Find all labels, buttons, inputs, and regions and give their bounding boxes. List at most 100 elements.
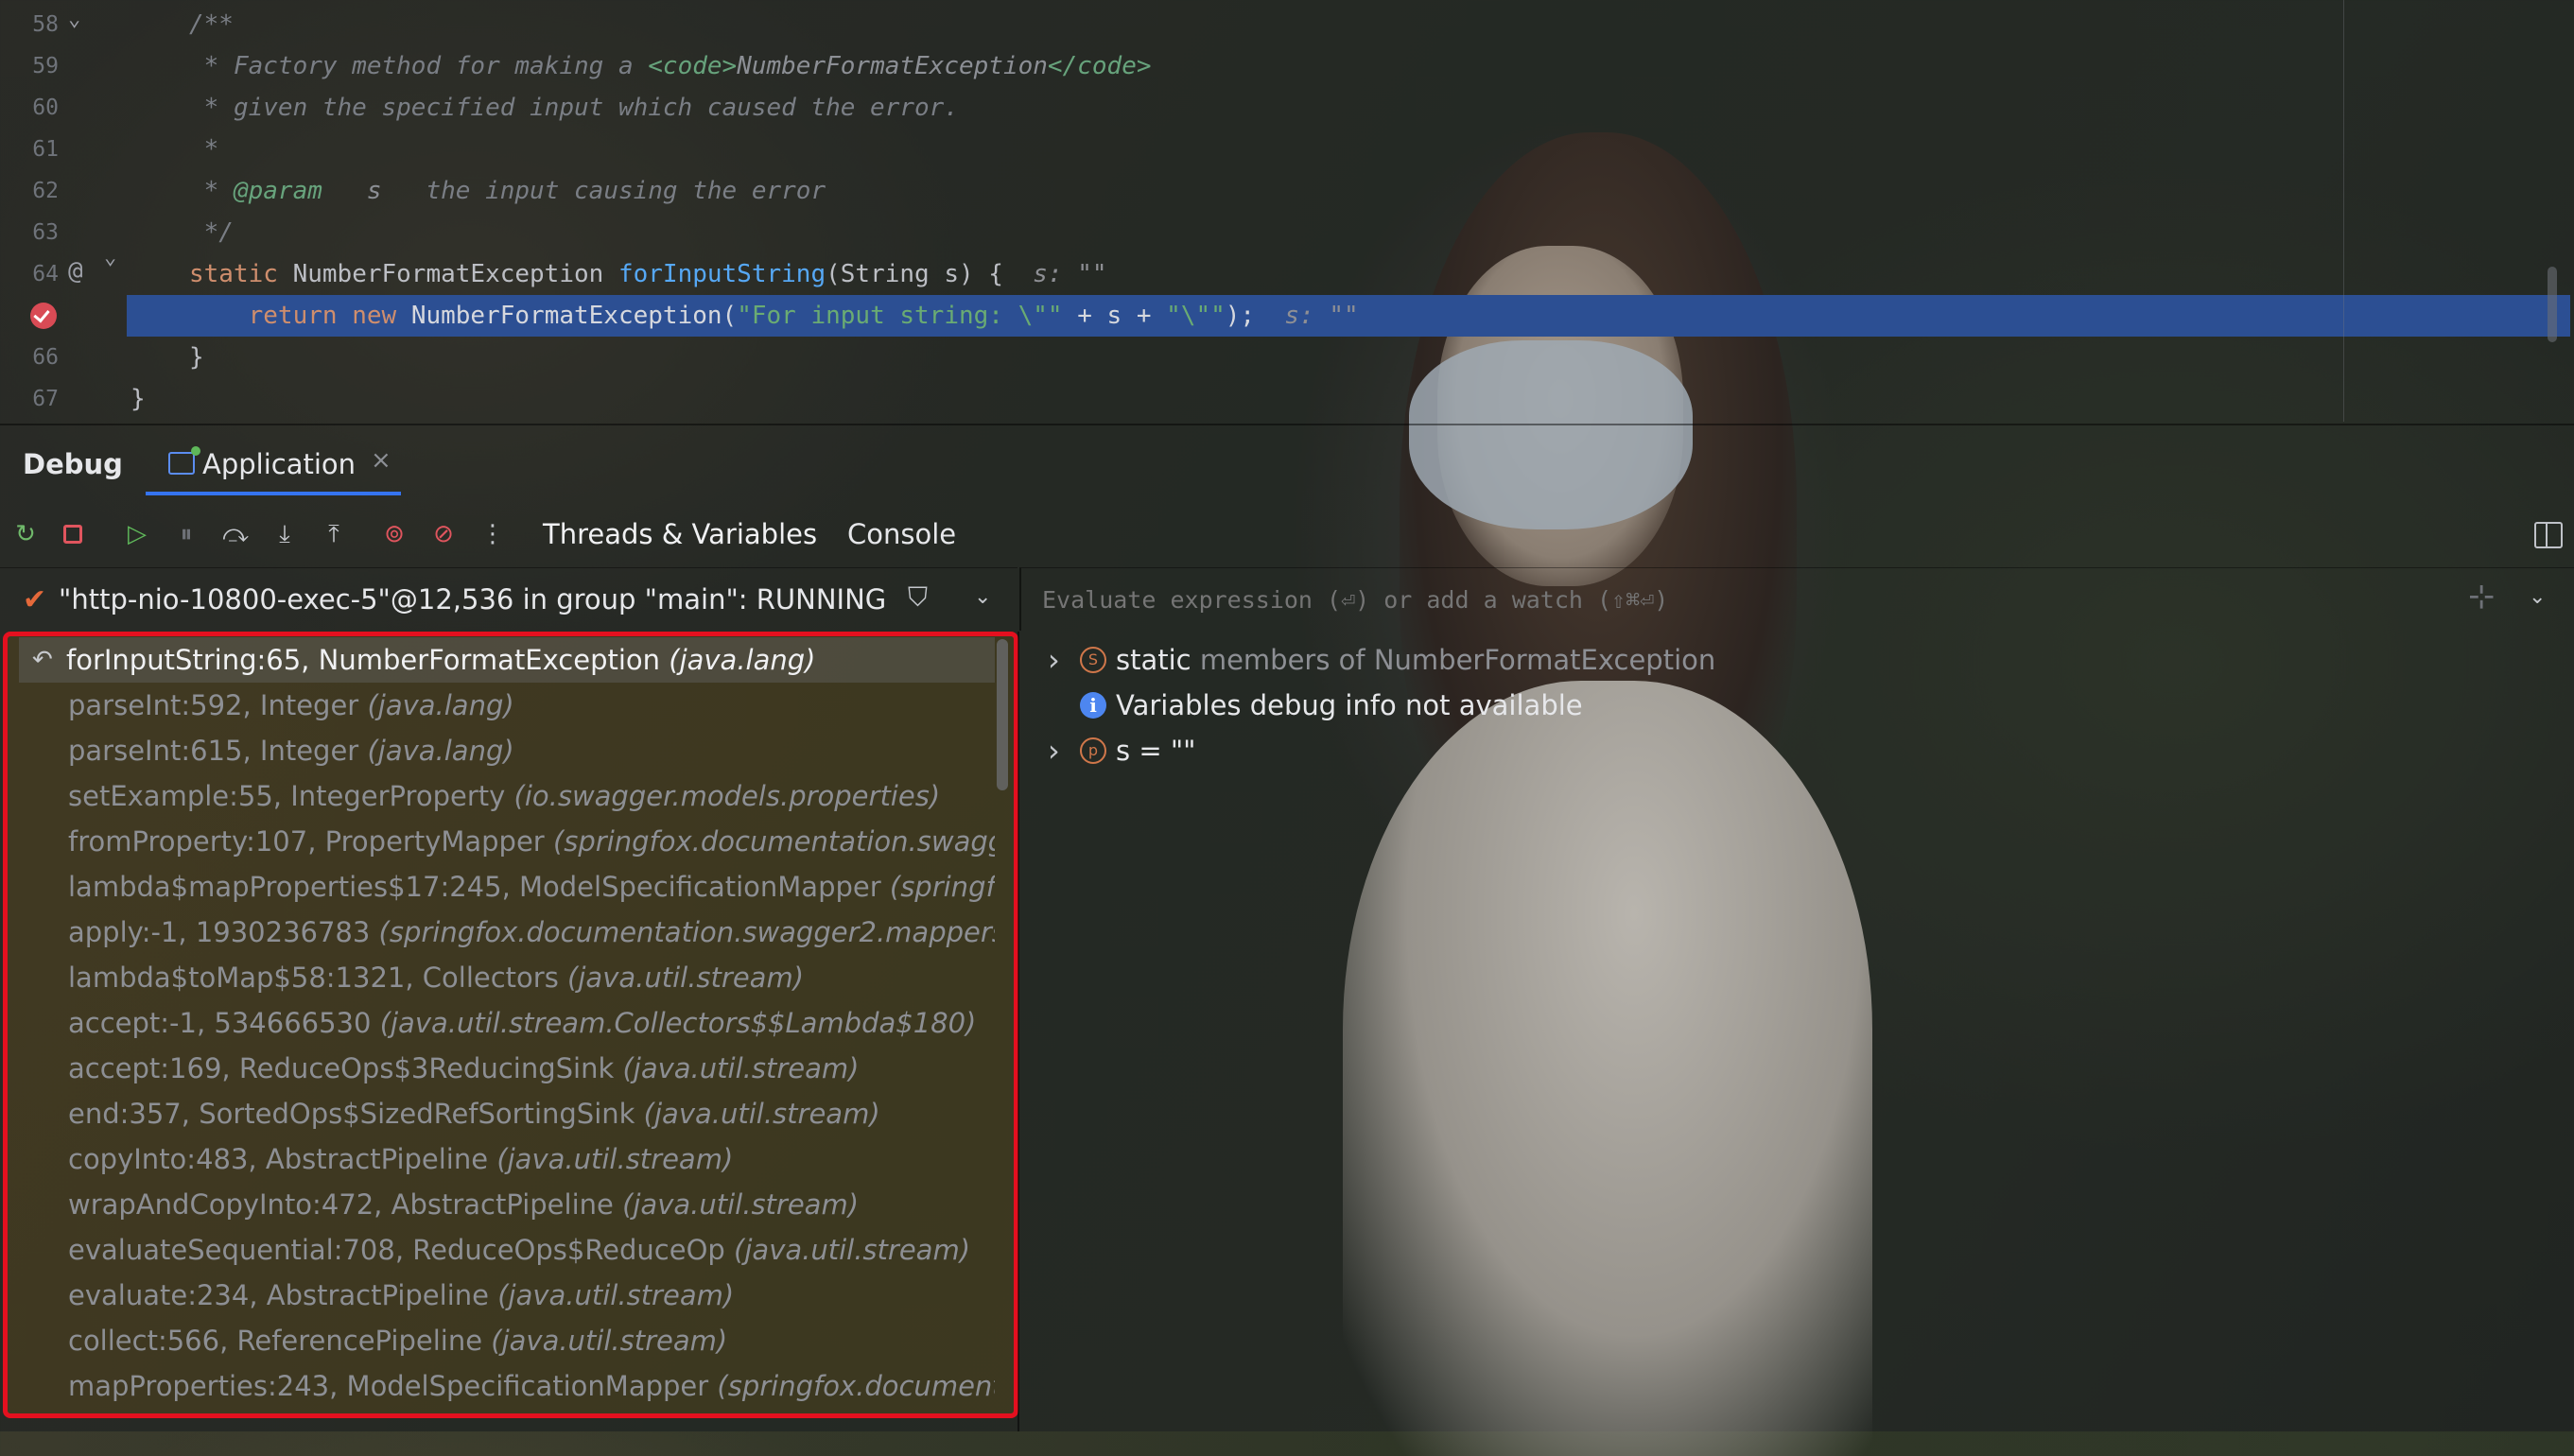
stack-frame-row[interactable]: parseInt:615, Integer (java.lang) [21, 728, 995, 773]
stop-icon[interactable] [57, 518, 89, 550]
chevron-right-icon[interactable]: › [1048, 728, 1060, 773]
stack-frame-row[interactable]: evaluate:234, AbstractPipeline (java.uti… [21, 1273, 995, 1318]
stack-frame-row[interactable]: accept:-1, 534666530 (java.util.stream.C… [21, 1000, 995, 1046]
stack-frame-label: evaluate:234, AbstractPipeline (java.uti… [68, 1273, 734, 1318]
code-line[interactable]: 66} [0, 337, 2574, 378]
stack-frame-row[interactable]: lambda$mapProperties$17:245, ModelSpecif… [21, 864, 995, 910]
breakpoint-icon[interactable] [30, 303, 57, 329]
code-line[interactable]: 63 */ [0, 212, 2574, 253]
stack-frame-row[interactable]: wrapAndCopyInto:472, AbstractPipeline (j… [21, 1182, 995, 1227]
add-watch-icon[interactable]: ⊹ [2468, 578, 2496, 615]
code-token: NumberFormatException [737, 52, 1048, 80]
stack-frame-row[interactable]: apply:-1, 1930236783 (springfox.document… [21, 910, 995, 955]
line-number: 61 [32, 137, 59, 162]
editor-scrollbar[interactable] [2548, 267, 2557, 342]
filter-icon[interactable]: ⛉ [908, 581, 928, 614]
code-line[interactable]: 59 * Factory method for making a <code>N… [0, 45, 2574, 87]
variable-label: s = "" [1116, 728, 1196, 773]
line-number: 58 [32, 12, 59, 37]
stack-frame-row[interactable]: end:357, SortedOps$SizedRefSortingSink (… [21, 1091, 995, 1136]
code-line[interactable]: 64 static NumberFormatException forInputS… [0, 253, 2574, 295]
fold-chevron-icon[interactable]: ⌄ [68, 8, 80, 31]
code-token: static [189, 260, 293, 288]
stack-frame-row[interactable]: evaluateSequential:708, ReduceOps$Reduce… [21, 1227, 995, 1273]
code-line[interactable]: 60 * given the specified input which cau… [0, 87, 2574, 129]
line-number: 62 [32, 179, 59, 203]
code-token: NumberFormatException( [410, 302, 738, 330]
pause-icon[interactable]: ⏸ [170, 518, 202, 550]
code-editor[interactable]: 58 /** 59 * Factory method for making a <c… [0, 0, 2574, 422]
stack-frame-row[interactable]: setExample:55, IntegerProperty (io.swagg… [21, 773, 995, 819]
code-token: s [366, 177, 382, 205]
code-line[interactable]: 61 * [0, 129, 2574, 170]
stack-frame-method: evaluateSequential:708, ReduceOps$Reduce… [68, 1234, 725, 1266]
resume-icon[interactable]: ▷ [121, 518, 153, 550]
chevron-down-icon[interactable]: ⌄ [974, 585, 991, 609]
frames-panel: ↶ forInputString:65, NumberFormatExceptio… [0, 632, 1018, 1431]
variable-label: Variables debug info not available [1116, 683, 1583, 728]
implemented-at-icon[interactable]: @ [68, 257, 83, 286]
layout-settings-icon[interactable] [2534, 522, 2563, 548]
evaluate-expression-input[interactable] [1040, 585, 2444, 615]
more-options-icon[interactable]: ⋮ [477, 518, 509, 550]
variable-name: static [1116, 644, 1191, 676]
tab-threads-variables[interactable]: Threads & Variables [543, 518, 817, 550]
variable-name: Variables debug info not available [1116, 689, 1583, 721]
stack-frame-method: accept:-1, 534666530 [68, 1007, 372, 1039]
stack-frame-row[interactable]: copyInto:483, AbstractPipeline (java.uti… [21, 1136, 995, 1182]
code-token: the input causing the error [381, 177, 826, 205]
stack-frame-label: setExample:55, IntegerProperty (io.swagg… [68, 773, 940, 819]
close-icon[interactable]: × [371, 446, 391, 475]
code-text: return new NumberFormatException("For in… [189, 295, 1359, 337]
rerun-icon[interactable]: ↻ [9, 518, 42, 550]
code-token: + s + [1062, 302, 1167, 330]
stack-frame-row[interactable]: mapProperties:243, ModelSpecificationMap… [21, 1363, 995, 1409]
variable-value: members of NumberFormatException [1191, 644, 1716, 676]
code-token: */ [189, 218, 234, 247]
chevron-down-icon[interactable]: ⌄ [2529, 585, 2546, 609]
code-line[interactable]: 58 /** [0, 4, 2574, 45]
step-into-icon[interactable]: ⤓ [269, 518, 301, 550]
code-text: * [189, 129, 219, 170]
chevron-right-icon[interactable]: › [1048, 637, 1060, 683]
line-number: 64 [32, 262, 59, 286]
line-number: 66 [32, 345, 59, 370]
stack-frame-package: (java.util.stream) [622, 1052, 860, 1084]
thread-suspended-check-icon: ✔ [23, 583, 47, 616]
static-member-icon: S [1080, 647, 1106, 673]
tab-application[interactable]: Application × [146, 425, 401, 501]
code-line[interactable]: 65 return new NumberFormatException("For… [0, 295, 2574, 337]
stack-frame-package: (springfox.documentation.swagger2 [552, 825, 995, 858]
stack-frame-label: end:357, SortedOps$SizedRefSortingSink (… [68, 1091, 880, 1136]
stack-frame-method: apply:-1, 1930236783 [68, 916, 371, 948]
code-line[interactable]: 67} [0, 378, 2574, 420]
stack-frame-row[interactable]: parseInt:592, Integer (java.lang) [21, 683, 995, 728]
step-out-icon[interactable]: ⤒ [318, 518, 350, 550]
stack-frame-row[interactable]: lambda$toMap$58:1321, Collectors (java.u… [21, 955, 995, 1000]
tab-console[interactable]: Console [847, 518, 956, 550]
stack-frame-package: (java.util.stream) [491, 1325, 728, 1357]
line-number: 67 [32, 387, 59, 411]
stack-frame-row[interactable]: ↶ forInputString:65, NumberFormatExceptio… [19, 637, 995, 683]
stack-frame-label: collect:566, ReferencePipeline (java.uti… [68, 1318, 727, 1363]
stack-frame-method: copyInto:483, AbstractPipeline [68, 1143, 489, 1175]
step-over-icon[interactable]: ⤼ [219, 518, 252, 550]
code-text: * given the specified input which caused… [189, 87, 959, 129]
fold-chevron-icon[interactable]: ⌄ [104, 246, 116, 269]
line-number: 60 [32, 95, 59, 120]
tab-label: Application [202, 448, 357, 480]
variable-name: s [1116, 735, 1131, 767]
code-line[interactable]: 62 * @param s the input causing the erro… [0, 170, 2574, 212]
stack-frame-row[interactable]: accept:169, ReduceOps$3ReducingSink (jav… [21, 1046, 995, 1091]
frames-scrollbar[interactable] [997, 639, 1008, 790]
code-token: forInputString [617, 260, 826, 288]
stack-frame-row[interactable]: fromProperty:107, PropertyMapper (spring… [21, 819, 995, 864]
stack-frame-package: (java.util.stream) [496, 1143, 734, 1175]
mute-breakpoints-icon[interactable]: ⊘ [427, 518, 460, 550]
thread-selector[interactable]: ✔ "http-nio-10800-exec-5"@12,536 in grou… [0, 567, 1017, 631]
variable-value: = "" [1130, 735, 1196, 767]
view-breakpoints-icon[interactable]: ⊚ [378, 518, 410, 550]
stack-frame-row[interactable]: collect:566, ReferencePipeline (java.uti… [21, 1318, 995, 1363]
